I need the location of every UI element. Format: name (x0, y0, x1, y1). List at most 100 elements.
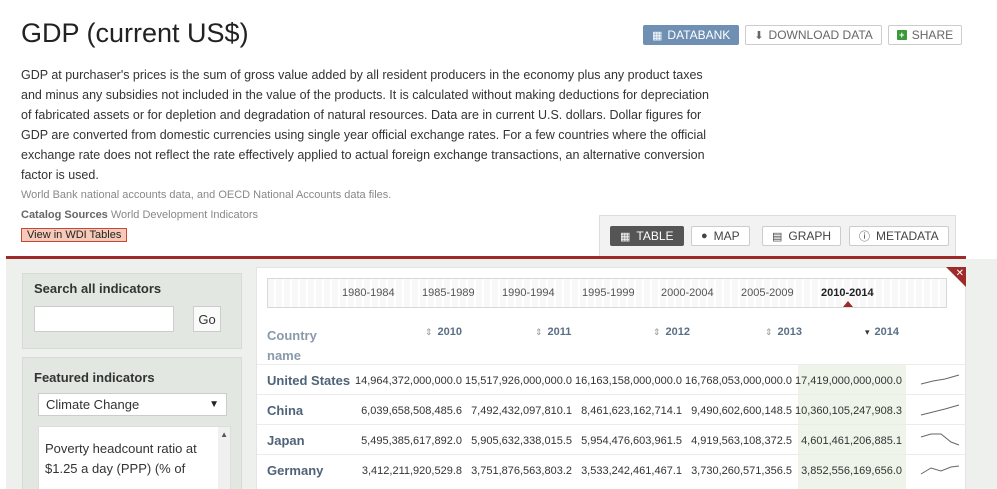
featured-indicators-box: Featured indicators Climate Change ▼ Pov… (22, 357, 242, 489)
country-name[interactable]: Germany (267, 463, 323, 478)
sparkline (920, 465, 960, 475)
featured-topic-value: Climate Change (46, 397, 140, 412)
view-in-wdi-tables-button[interactable]: View in WDI Tables (21, 228, 128, 242)
table-row: United States 14,964,372,000,000.0 15,51… (257, 364, 967, 394)
year-header-2013[interactable]: ⇕ 2013 (765, 326, 802, 338)
tab-table-label: TABLE (636, 229, 674, 243)
value-cell: 6,039,658,508,485.6 (361, 405, 462, 417)
period-1985-1989[interactable]: 1985-1989 (422, 287, 475, 299)
tab-metadata-label: METADATA (876, 229, 939, 243)
top-actions: ▦ DATABANK ⬇ DOWNLOAD DATA + SHARE (643, 25, 963, 45)
indicator-header: GDP (current US$) ▦ DATABANK ⬇ DOWNLOAD … (0, 0, 997, 258)
country-name[interactable]: Japan (267, 433, 305, 448)
search-heading: Search all indicators (34, 281, 162, 296)
value-cell: 5,954,476,603,961.5 (581, 435, 682, 447)
tab-table[interactable]: ▦ TABLE (610, 226, 684, 246)
year-header-2011[interactable]: ⇕ 2011 (535, 326, 571, 338)
tab-graph[interactable]: ▤ GRAPH (762, 226, 842, 246)
year-header-2014[interactable]: ▾ 2014 (865, 326, 899, 338)
country-name[interactable]: United States (267, 373, 350, 388)
sort-icon: ⇕ (425, 327, 433, 337)
value-cell: 10,360,105,247,908.3 (794, 405, 902, 417)
share-button[interactable]: + SHARE (887, 25, 963, 45)
featured-topic-select[interactable]: Climate Change ▼ (38, 393, 227, 416)
download-label: DOWNLOAD DATA (768, 28, 873, 42)
year-label: 2011 (547, 326, 572, 338)
value-cell: 14,964,372,000,000.0 (354, 375, 462, 387)
year-label: 2013 (777, 326, 803, 338)
data-table-panel: ✕ 1980-1984 1985-1989 1990-1994 1995-199… (256, 267, 967, 489)
tab-map[interactable]: ● MAP (691, 226, 750, 246)
catalog-label: Catalog Sources (21, 209, 108, 221)
period-1995-1999[interactable]: 1995-1999 (582, 287, 635, 299)
value-cell: 3,730,260,571,356.5 (691, 465, 792, 477)
value-cell: 3,533,242,461,467.1 (581, 465, 682, 477)
period-1990-1994[interactable]: 1990-1994 (502, 287, 555, 299)
catalog-sources: Catalog Sources World Development Indica… (21, 209, 258, 221)
tab-map-label: MAP (713, 229, 740, 243)
chevron-down-icon: ▼ (209, 399, 219, 410)
globe-icon: ● (701, 230, 708, 242)
year-label: 2012 (665, 326, 691, 338)
period-1980-1984[interactable]: 1980-1984 (342, 287, 395, 299)
value-cell: 3,751,876,563,803.2 (471, 465, 572, 477)
period-selector: 1980-1984 1985-1989 1990-1994 1995-1999 … (267, 278, 947, 308)
period-2000-2004[interactable]: 2000-2004 (661, 287, 714, 299)
database-icon: ▦ (652, 29, 663, 42)
value-cell: 8,461,623,162,714.1 (581, 405, 682, 417)
search-indicators-box: Search all indicators Go (22, 273, 242, 349)
value-cell: 4,601,461,206,885.1 (801, 435, 902, 447)
download-data-button[interactable]: ⬇ DOWNLOAD DATA (745, 25, 882, 45)
featured-list[interactable]: Poverty headcount ratio at $1.25 a day (… (38, 426, 231, 489)
indicator-description: GDP at purchaser's prices is the sum of … (21, 68, 709, 182)
year-label: 2014 (874, 326, 900, 338)
value-cell: 3,852,556,169,656.0 (801, 465, 902, 477)
value-cell: 16,768,053,000,000.0 (684, 375, 792, 387)
featured-scrollbar[interactable]: ▲ (218, 427, 230, 489)
table-row: Japan 5,495,385,617,892.0 5,905,632,338,… (257, 424, 967, 454)
value-cell: 17,419,000,000,000.0 (794, 375, 902, 387)
sparkline (920, 433, 960, 446)
plus-square-icon: + (896, 30, 907, 40)
featured-heading: Featured indicators (34, 370, 155, 385)
value-cell: 5,905,632,338,015.5 (471, 435, 572, 447)
year-header-2012[interactable]: ⇕ 2012 (653, 326, 690, 338)
go-button[interactable]: Go (193, 306, 221, 332)
view-tabs: ▦ TABLE ● MAP ▤ GRAPH ⓘ METADATA (599, 215, 956, 257)
sparkline (920, 404, 960, 416)
featured-item[interactable]: Poverty headcount ratio at $1.25 a day (… (45, 439, 215, 479)
databank-label: DATABANK (667, 28, 731, 42)
active-period-marker (843, 301, 853, 307)
download-arrow-icon: ⬇ (754, 29, 764, 42)
table-row: China 6,039,658,508,485.6 7,492,432,097,… (257, 394, 967, 424)
content-area: Search all indicators Go Featured indica… (6, 259, 997, 489)
sparkline (920, 374, 960, 385)
databank-button[interactable]: ▦ DATABANK (643, 25, 740, 45)
catalog-value: World Development Indicators (110, 209, 259, 221)
collapse-icon[interactable]: ✕ (956, 268, 964, 279)
value-cell: 16,163,158,000,000.0 (574, 375, 682, 387)
period-2010-2014[interactable]: 2010-2014 (821, 287, 874, 299)
year-label: 2010 (437, 326, 463, 338)
value-cell: 9,490,602,600,148.5 (691, 405, 792, 417)
country-name-header[interactable]: Country name (267, 326, 337, 366)
year-header-2010[interactable]: ⇕ 2010 (425, 326, 462, 338)
tab-graph-label: GRAPH (788, 229, 832, 243)
tab-metadata[interactable]: ⓘ METADATA (849, 226, 949, 246)
share-label: SHARE (911, 28, 954, 42)
search-input[interactable] (34, 306, 174, 332)
sort-icon: ⇕ (765, 327, 773, 337)
chart-icon: ▤ (772, 230, 783, 243)
value-cell: 7,492,432,097,810.1 (471, 405, 572, 417)
sort-desc-icon: ▾ (865, 327, 870, 337)
period-2005-2009[interactable]: 2005-2009 (741, 287, 794, 299)
country-name[interactable]: China (267, 403, 303, 418)
indicator-source: World Bank national accounts data, and O… (21, 189, 392, 201)
scroll-up-icon[interactable]: ▲ (220, 430, 228, 439)
table-row: Germany 3,412,211,920,529.8 3,751,876,56… (257, 454, 967, 484)
value-cell: 5,495,385,617,892.0 (361, 435, 462, 447)
sort-icon: ⇕ (535, 327, 543, 337)
info-icon: ⓘ (859, 231, 870, 243)
sort-icon: ⇕ (653, 327, 661, 337)
page-title: GDP (current US$) (21, 18, 249, 48)
